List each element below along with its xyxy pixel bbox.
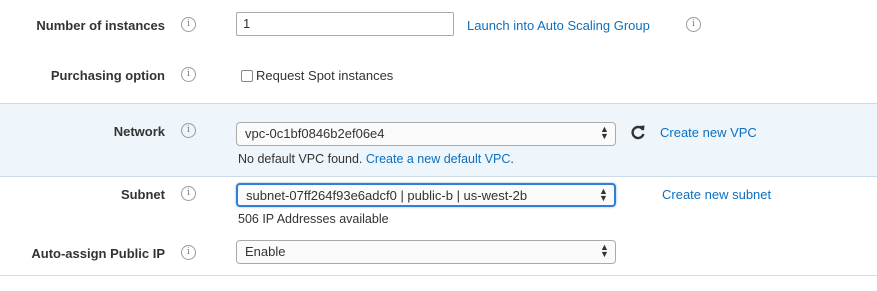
create-vpc-link[interactable]: Create new VPC: [660, 125, 757, 140]
instances-label: Number of instances: [36, 18, 165, 33]
bottom-divider: [0, 275, 877, 276]
instances-input[interactable]: 1: [236, 12, 454, 36]
create-subnet-link[interactable]: Create new subnet: [662, 187, 771, 202]
select-arrows-icon: ▲ ▼: [600, 242, 609, 259]
asg-info-icon[interactable]: i: [686, 17, 701, 32]
public-ip-label: Auto-assign Public IP: [31, 246, 165, 261]
purchasing-label: Purchasing option: [50, 68, 165, 83]
instances-value: 1: [243, 16, 251, 31]
info-icon[interactable]: i: [181, 17, 196, 32]
spot-checkbox-label: Request Spot instances: [256, 68, 394, 83]
select-arrows-icon: ▲ ▼: [599, 186, 608, 203]
note-prefix: No default VPC found.: [238, 152, 363, 166]
subnet-select[interactable]: subnet-07ff264f93e6adcf0 | public-b | us…: [236, 183, 616, 207]
info-icon[interactable]: i: [181, 67, 196, 82]
select-arrows-icon: ▲ ▼: [600, 124, 609, 141]
info-icon[interactable]: i: [181, 245, 196, 260]
launch-asg-link[interactable]: Launch into Auto Scaling Group: [467, 18, 650, 33]
note-suffix: .: [510, 152, 514, 166]
subnet-label: Subnet: [120, 187, 165, 202]
refresh-icon[interactable]: [630, 124, 646, 140]
ip-available-text: 506 IP Addresses available: [238, 212, 389, 226]
no-default-vpc-note: No default VPC found. Create a new defau…: [238, 152, 514, 166]
network-select[interactable]: vpc-0c1bf0846b2ef06e4 ▲ ▼: [236, 122, 616, 146]
create-default-vpc-link[interactable]: Create a new default VPC: [366, 152, 511, 166]
network-label: Network: [113, 124, 165, 139]
info-icon[interactable]: i: [181, 186, 196, 201]
subnet-selected: subnet-07ff264f93e6adcf0 | public-b | us…: [246, 188, 528, 203]
public-ip-select[interactable]: Enable ▲ ▼: [236, 240, 616, 264]
public-ip-selected: Enable: [245, 244, 286, 259]
network-selected: vpc-0c1bf0846b2ef06e4: [245, 126, 385, 141]
info-icon[interactable]: i: [181, 123, 196, 138]
spot-checkbox[interactable]: [241, 70, 253, 82]
